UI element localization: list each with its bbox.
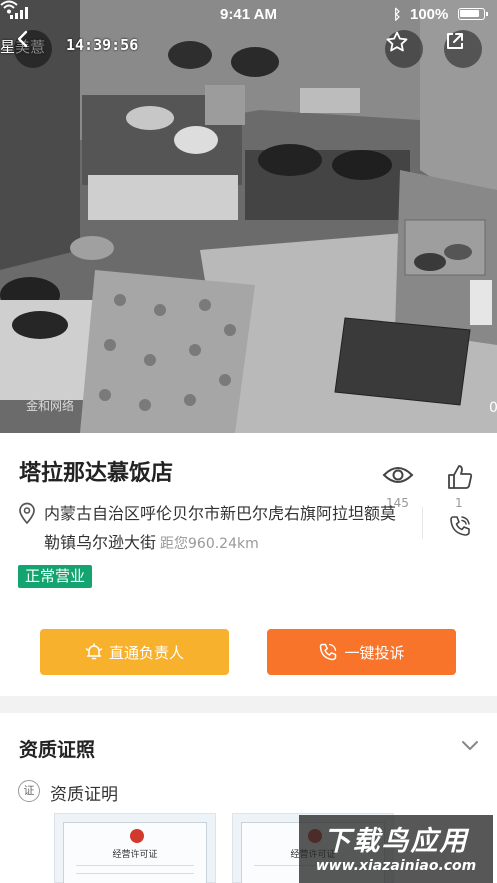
page: 9:41 AM ᛒ 100% 星美薏 14:39:56 金和网络 0 塔拉那达慕…	[0, 0, 497, 883]
contact-manager-label: 直通负责人	[108, 643, 184, 662]
favorite-button[interactable]	[385, 30, 423, 68]
status-bar: 9:41 AM ᛒ 100%	[0, 0, 497, 32]
eye-icon	[382, 467, 414, 483]
phone-icon	[320, 643, 337, 661]
divider	[76, 873, 194, 874]
divider	[422, 507, 423, 539]
camera-watermark: 金和网络	[26, 399, 75, 413]
chevron-down-icon[interactable]	[460, 739, 480, 753]
download-site-watermark: 下载鸟应用 www.xiazainiao.com	[299, 815, 493, 883]
complain-button[interactable]: 一键投诉	[267, 629, 456, 675]
edge-digit: 0	[489, 400, 497, 416]
license-document: 经营许可证	[63, 822, 207, 883]
camera-timestamp: 14:39:56	[66, 36, 139, 54]
bell-icon	[85, 643, 103, 660]
share-icon	[447, 33, 463, 49]
watermark-url: www.xiazainiao.com	[315, 858, 477, 874]
complain-label: 一键投诉	[344, 643, 405, 662]
watermark-brand: 下载鸟应用	[323, 826, 469, 857]
battery-percent: 100%	[410, 6, 449, 23]
qualification-subtitle: 资质证明	[50, 785, 118, 805]
status-badge: 正常营业	[18, 565, 93, 588]
thumbs-up-icon[interactable]	[446, 463, 474, 491]
bluetooth-icon: ᛒ	[393, 6, 402, 22]
emblem-icon	[130, 829, 144, 843]
like-count: 1	[455, 496, 463, 510]
camera-feed: 9:41 AM ᛒ 100% 星美薏 14:39:56 金和网络 0	[0, 0, 497, 433]
back-button[interactable]	[14, 30, 52, 68]
back-icon	[17, 30, 28, 48]
divider	[76, 865, 194, 866]
license-thumbnail[interactable]: 经营许可证	[54, 813, 216, 883]
qualification-title: 资质证照	[19, 739, 96, 761]
phone-icon[interactable]	[448, 514, 472, 538]
license-title: 经营许可证	[112, 850, 158, 860]
kitchen-scene	[0, 0, 497, 433]
location-pin-icon	[19, 502, 35, 524]
share-button[interactable]	[444, 30, 482, 68]
shop-info-card: 塔拉那达慕饭店 145 1 内蒙古自治区呼伦贝尔市新巴尔虎右旗阿拉坦额莫勒镇乌尔…	[0, 433, 497, 696]
battery-icon	[458, 8, 488, 20]
contact-manager-button[interactable]: 直通负责人	[40, 629, 229, 675]
certificate-icon: 证	[18, 780, 40, 802]
shop-name: 塔拉那达慕饭店	[19, 461, 174, 486]
shop-address: 内蒙古自治区呼伦贝尔市新巴尔虎右旗阿拉坦额莫勒镇乌尔逊大街 距您960.24km	[44, 499, 404, 559]
distance-text: 距您960.24km	[160, 536, 259, 552]
star-icon	[386, 31, 408, 52]
